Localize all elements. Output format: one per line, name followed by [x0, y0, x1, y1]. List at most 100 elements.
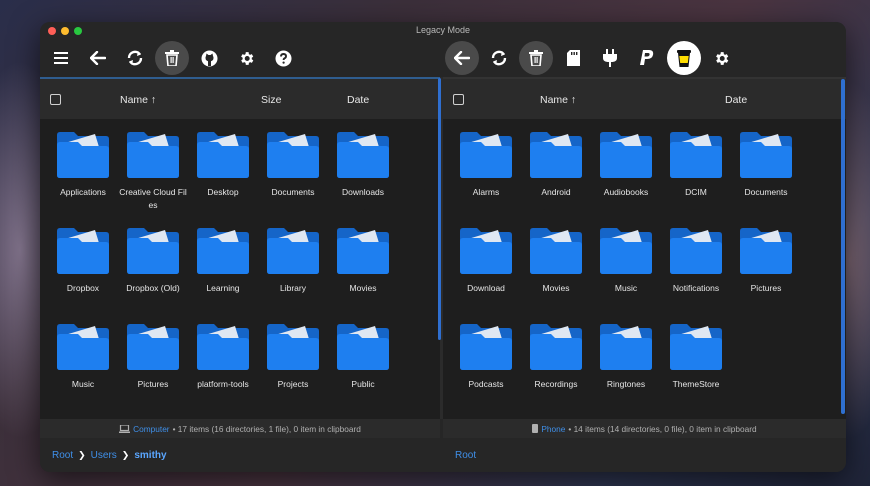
gear-icon — [715, 51, 728, 65]
folder-item[interactable]: Downloads — [328, 129, 398, 199]
folder-item[interactable]: Music — [48, 321, 118, 391]
folder-icon — [267, 324, 319, 370]
select-all-checkbox-right[interactable] — [453, 94, 464, 105]
folder-icon — [600, 132, 652, 178]
folder-item[interactable]: Notifications — [661, 225, 731, 295]
breadcrumb-separator-icon: ❯ — [78, 450, 86, 460]
folder-item[interactable]: Movies — [328, 225, 398, 295]
folder-icon — [57, 324, 109, 370]
folder-name: Alarms — [472, 187, 500, 197]
status-text: • 17 items (16 directories, 1 file), 0 i… — [172, 423, 361, 434]
refresh-icon — [127, 50, 143, 66]
folder-name: Android — [541, 187, 571, 197]
folder-item[interactable]: Pictures — [731, 225, 801, 295]
device-name[interactable]: Computer — [133, 424, 169, 434]
folder-name: Pictures — [137, 379, 169, 389]
name-column-header[interactable]: Name ↑ — [120, 94, 156, 106]
folder-item[interactable]: Recordings — [521, 321, 591, 391]
folder-item[interactable]: Documents — [258, 129, 328, 199]
github-button[interactable] — [192, 41, 226, 75]
refresh-button-right[interactable] — [482, 41, 516, 75]
refresh-button[interactable] — [118, 41, 152, 75]
connect-button[interactable] — [593, 41, 627, 75]
delete-button-right[interactable] — [519, 41, 553, 75]
name-column-header-right[interactable]: Name ↑ — [540, 94, 576, 106]
folder-item[interactable]: Music — [591, 225, 661, 295]
help-button[interactable] — [266, 41, 300, 75]
right-scrollbar[interactable] — [841, 79, 845, 414]
right-file-pane: Name ↑ Date Alarms Android Audiobooks DCIM D… — [443, 77, 846, 419]
breadcrumb-item[interactable]: Root — [52, 450, 73, 461]
select-all-checkbox[interactable] — [50, 94, 61, 105]
menu-button[interactable] — [44, 41, 78, 75]
left-breadcrumb: Root ❯ Users ❯ smithy — [52, 450, 167, 461]
folder-item[interactable]: ThemeStore — [661, 321, 731, 391]
folder-icon — [670, 228, 722, 274]
breadcrumb-item[interactable]: Root — [455, 450, 476, 461]
buy-me-a-coffee-button[interactable] — [667, 41, 701, 75]
folder-name: Creative Cloud Files — [119, 187, 187, 210]
folder-item[interactable]: Library — [258, 225, 328, 295]
refresh-icon — [491, 50, 507, 66]
folder-icon — [530, 132, 582, 178]
folder-icon — [670, 324, 722, 370]
folder-name: Documents — [744, 187, 788, 197]
folder-icon — [600, 228, 652, 274]
folder-icon — [600, 324, 652, 370]
folder-item[interactable]: Android — [521, 129, 591, 199]
sd-card-icon — [566, 50, 580, 66]
back-button-right[interactable] — [445, 41, 479, 75]
folder-name: Dropbox (Old) — [126, 283, 180, 293]
device-name-right[interactable]: Phone — [541, 424, 565, 434]
delete-button[interactable] — [155, 41, 189, 75]
sd-card-button[interactable] — [556, 41, 590, 75]
folder-name: Public — [351, 379, 375, 389]
folder-name: Desktop — [207, 187, 239, 197]
right-status-bar: Phone • 14 items (14 directories, 0 file… — [443, 419, 846, 438]
folder-item[interactable]: Download — [451, 225, 521, 295]
folder-item[interactable]: Creative Cloud Files — [118, 129, 188, 212]
paypal-button[interactable] — [630, 41, 664, 75]
folder-item[interactable]: Desktop — [188, 129, 258, 199]
folder-icon — [460, 324, 512, 370]
settings-button[interactable] — [229, 41, 263, 75]
folder-item[interactable]: DCIM — [661, 129, 731, 199]
left-toolbar — [44, 39, 303, 77]
left-scrollbar[interactable] — [438, 78, 441, 340]
folder-icon — [337, 324, 389, 370]
gear-icon — [240, 51, 253, 65]
folder-item[interactable]: Documents — [731, 129, 801, 199]
size-column-header[interactable]: Size — [261, 94, 281, 106]
folder-item[interactable]: Alarms — [451, 129, 521, 199]
settings-button-right[interactable] — [704, 41, 738, 75]
folder-icon — [267, 228, 319, 274]
buymeacoffee-icon — [677, 50, 691, 67]
date-column-header[interactable]: Date — [347, 94, 369, 106]
folder-name: Projects — [277, 379, 309, 389]
folder-item[interactable]: Projects — [258, 321, 328, 391]
breadcrumb-item[interactable]: smithy — [134, 450, 166, 461]
app-window: Legacy Mode Name ↑ Size Date Application… — [40, 22, 846, 472]
folder-item[interactable]: Applications — [48, 129, 118, 199]
folder-item[interactable]: Learning — [188, 225, 258, 295]
back-arrow-icon — [90, 51, 106, 65]
folder-item[interactable]: Dropbox (Old) — [118, 225, 188, 295]
folder-name: Library — [280, 283, 306, 293]
folder-item[interactable]: Dropbox — [48, 225, 118, 295]
folder-item[interactable]: Pictures — [118, 321, 188, 391]
folder-item[interactable]: Ringtones — [591, 321, 661, 391]
folder-name: Music — [71, 379, 95, 389]
folder-item[interactable]: Audiobooks — [591, 129, 661, 199]
folder-item[interactable]: Movies — [521, 225, 591, 295]
folder-icon — [337, 228, 389, 274]
folder-item[interactable]: platform-tools — [188, 321, 258, 391]
folder-item[interactable]: Podcasts — [451, 321, 521, 391]
folder-icon — [127, 324, 179, 370]
folder-name: Recordings — [534, 379, 578, 389]
breadcrumb-item[interactable]: Users — [91, 450, 117, 461]
date-column-header-right[interactable]: Date — [725, 94, 747, 106]
back-button[interactable] — [81, 41, 115, 75]
folder-name: platform-tools — [197, 379, 249, 389]
folder-name: Documents — [271, 187, 315, 197]
folder-item[interactable]: Public — [328, 321, 398, 391]
